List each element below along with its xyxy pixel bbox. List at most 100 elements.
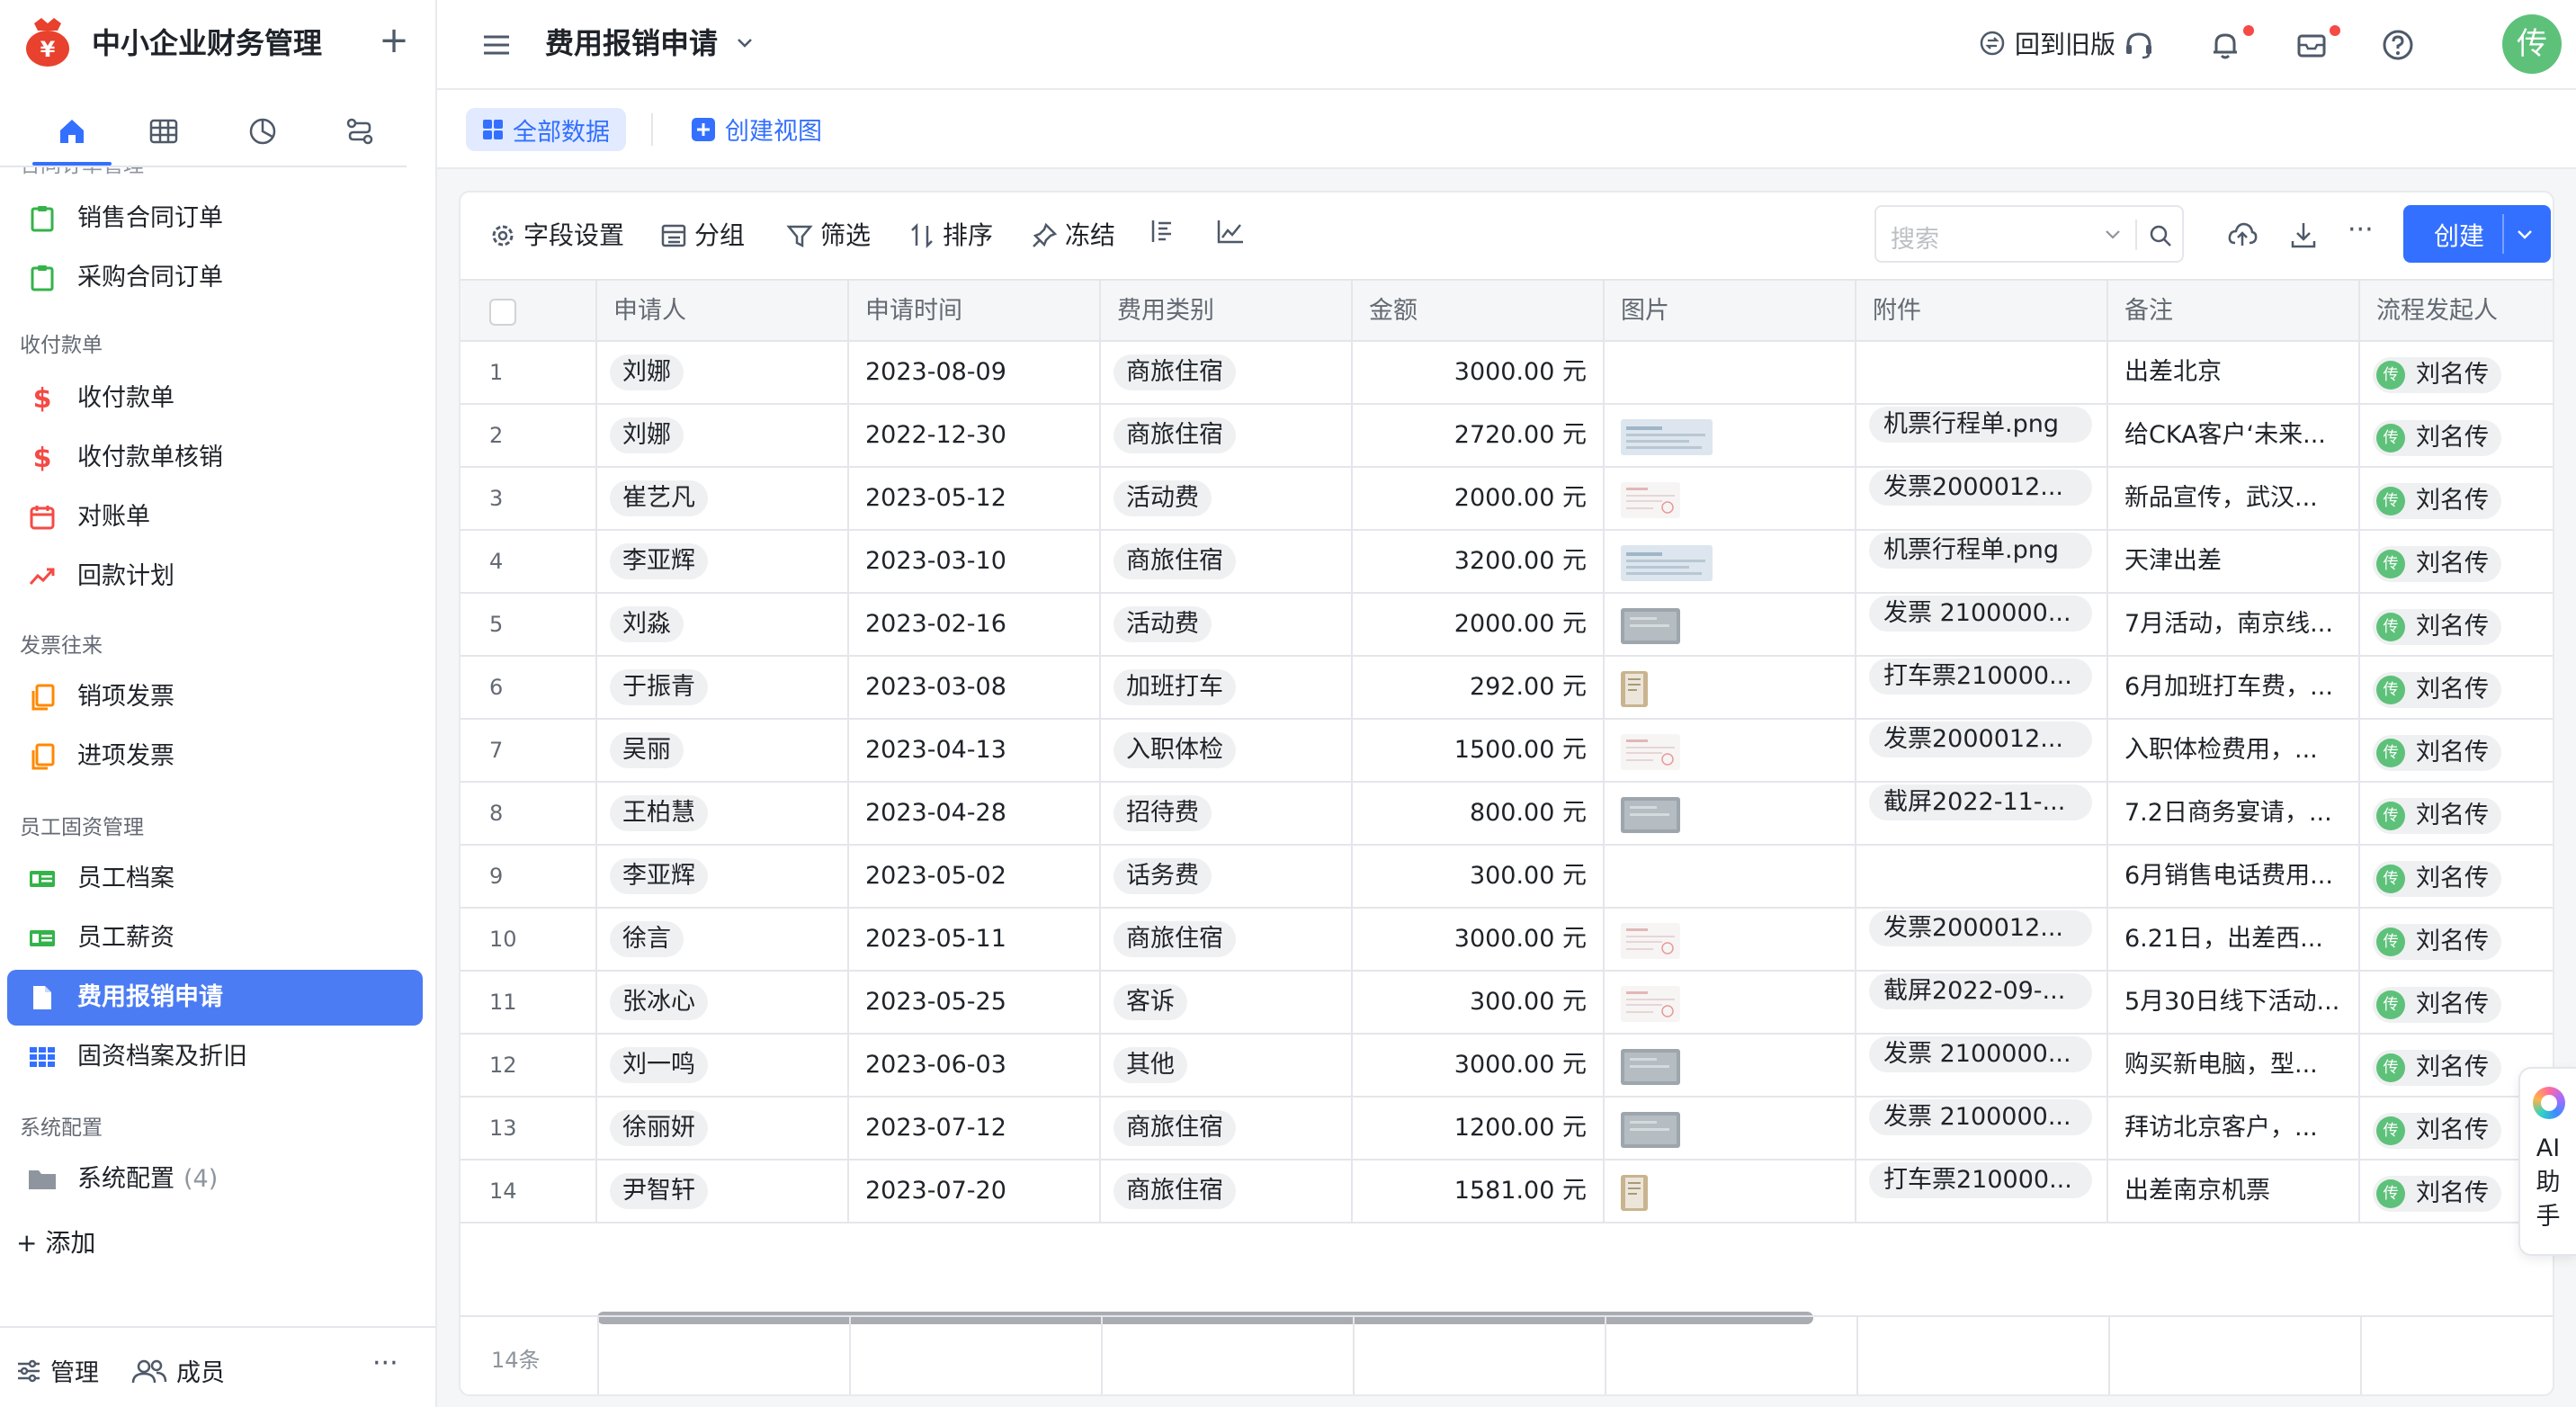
note-cell[interactable]: 6.21日，出差西... xyxy=(2108,909,2360,970)
initiator-cell[interactable]: 传刘名传 xyxy=(2360,909,2553,970)
attachment-cell[interactable]: 发票2000012... xyxy=(1856,909,2108,970)
category-cell[interactable]: 加班打车 xyxy=(1101,657,1353,718)
attachment-cell[interactable]: 发票 2100000... xyxy=(1856,1098,2108,1159)
search-input[interactable]: 搜索 xyxy=(1874,205,2184,263)
category-cell[interactable]: 商旅住宿 xyxy=(1101,405,1353,466)
image-cell[interactable] xyxy=(1605,1098,1856,1159)
table-row[interactable]: 3 崔艺凡 2023-05-12 活动费 2000.00 元 发票2000012... 新品… xyxy=(461,468,2553,531)
column-header[interactable]: 费用类别 xyxy=(1101,281,1353,342)
date-cell[interactable]: 2023-04-28 xyxy=(849,783,1101,844)
image-thumbnail[interactable] xyxy=(1621,797,1680,833)
table-row[interactable]: 11 张冰心 2023-05-25 客诉 300.00 元 截屏2022-09-... 5月… xyxy=(461,972,2553,1035)
image-thumbnail[interactable] xyxy=(1621,671,1648,707)
image-cell[interactable] xyxy=(1605,720,1856,781)
sidebar-item-employee-salary[interactable]: 员工薪资 xyxy=(7,910,423,966)
date-cell[interactable]: 2023-05-12 xyxy=(849,468,1101,529)
attachment-cell[interactable]: 发票 2100000... xyxy=(1856,1035,2108,1096)
amount-cell[interactable]: 292.00 元 xyxy=(1353,657,1605,718)
page-title-dropdown[interactable]: 费用报销申请 xyxy=(545,23,755,63)
category-cell[interactable]: 招待费 xyxy=(1101,783,1353,844)
attachment-tag[interactable]: 打车票210000... xyxy=(1869,1162,2092,1198)
image-cell[interactable] xyxy=(1605,405,1856,466)
table-row[interactable]: 2 刘娜 2022-12-30 商旅住宿 2720.00 元 机票行程单.png 给CKA客… xyxy=(461,405,2553,468)
initiator-cell[interactable]: 传刘名传 xyxy=(2360,594,2553,655)
date-cell[interactable]: 2022-12-30 xyxy=(849,405,1101,466)
image-cell[interactable] xyxy=(1605,594,1856,655)
amount-cell[interactable]: 2000.00 元 xyxy=(1353,594,1605,655)
applicant-cell[interactable]: 崔艺凡 xyxy=(597,468,849,529)
attachment-cell[interactable]: 机票行程单.png xyxy=(1856,405,2108,466)
image-cell[interactable] xyxy=(1605,657,1856,718)
applicant-cell[interactable]: 张冰心 xyxy=(597,972,849,1033)
attachment-tag[interactable]: 发票 2100000... xyxy=(1869,1036,2092,1072)
date-cell[interactable]: 2023-07-20 xyxy=(849,1161,1101,1222)
amount-cell[interactable]: 300.00 元 xyxy=(1353,972,1605,1033)
amount-cell[interactable]: 300.00 元 xyxy=(1353,846,1605,907)
applicant-cell[interactable]: 王柏慧 xyxy=(597,783,849,844)
applicant-cell[interactable]: 于振青 xyxy=(597,657,849,718)
table-row[interactable]: 8 王柏慧 2023-04-28 招待费 800.00 元 截屏2022-11-... 7.… xyxy=(461,783,2553,846)
sidebar-item-payments[interactable]: $ 收付款单 xyxy=(7,371,423,426)
attachment-cell[interactable]: 截屏2022-09-... xyxy=(1856,972,2108,1033)
download-icon[interactable] xyxy=(2288,220,2319,250)
category-cell[interactable]: 商旅住宿 xyxy=(1101,909,1353,970)
image-cell[interactable] xyxy=(1605,1035,1856,1096)
table-tab-icon[interactable] xyxy=(144,112,183,151)
category-cell[interactable]: 商旅住宿 xyxy=(1101,531,1353,592)
attachment-tag[interactable]: 发票2000012... xyxy=(1869,910,2092,946)
amount-cell[interactable]: 1200.00 元 xyxy=(1353,1098,1605,1159)
field-settings-button[interactable]: 字段设置 xyxy=(489,218,624,254)
initiator-cell[interactable]: 传刘名传 xyxy=(2360,846,2553,907)
initiator-cell[interactable]: 传刘名传 xyxy=(2360,783,2553,844)
amount-cell[interactable]: 2720.00 元 xyxy=(1353,405,1605,466)
members-button[interactable]: 成员 xyxy=(131,1353,225,1388)
chevron-down-icon[interactable] xyxy=(2515,225,2535,245)
initiator-cell[interactable]: 传刘名传 xyxy=(2360,468,2553,529)
attachment-tag[interactable]: 发票2000012... xyxy=(1869,721,2092,757)
note-cell[interactable]: 购买新电脑，型... xyxy=(2108,1035,2360,1096)
image-thumbnail[interactable] xyxy=(1621,1112,1680,1148)
category-cell[interactable]: 活动费 xyxy=(1101,468,1353,529)
applicant-cell[interactable]: 徐言 xyxy=(597,909,849,970)
applicant-cell[interactable]: 刘淼 xyxy=(597,594,849,655)
image-thumbnail[interactable] xyxy=(1621,923,1680,959)
table-row[interactable]: 4 李亚辉 2023-03-10 商旅住宿 3200.00 元 机票行程单.png 天津出差… xyxy=(461,531,2553,594)
note-cell[interactable]: 7.2日商务宴请，... xyxy=(2108,783,2360,844)
note-cell[interactable]: 出差南京机票 xyxy=(2108,1161,2360,1222)
note-cell[interactable]: 7月活动，南京线... xyxy=(2108,594,2360,655)
applicant-cell[interactable]: 尹智轩 xyxy=(597,1161,849,1222)
image-thumbnail[interactable] xyxy=(1621,734,1680,770)
chart-button[interactable] xyxy=(1216,218,1245,245)
note-cell[interactable]: 6月销售电话费用... xyxy=(2108,846,2360,907)
more-icon[interactable]: ··· xyxy=(2348,214,2374,246)
dashboard-tab-icon[interactable] xyxy=(243,112,282,151)
sidebar-item-statements[interactable]: 对账单 xyxy=(7,489,423,545)
applicant-cell[interactable]: 李亚辉 xyxy=(597,846,849,907)
add-item-button[interactable]: + 添加 xyxy=(16,1223,95,1259)
note-cell[interactable]: 入职体检费用，... xyxy=(2108,720,2360,781)
sidebar-item-fixed-assets[interactable]: 固资档案及折旧 xyxy=(7,1029,423,1085)
category-cell[interactable]: 话务费 xyxy=(1101,846,1353,907)
applicant-cell[interactable]: 徐丽妍 xyxy=(597,1098,849,1159)
sidebar-item-employee-records[interactable]: 员工档案 xyxy=(7,851,423,907)
attachment-cell[interactable] xyxy=(1856,342,2108,403)
user-avatar[interactable]: 传 xyxy=(2502,14,2562,74)
attachment-cell[interactable]: 截屏2022-11-... xyxy=(1856,783,2108,844)
ai-assistant-button[interactable]: AI助手 xyxy=(2518,1067,2576,1256)
applicant-cell[interactable]: 刘娜 xyxy=(597,405,849,466)
image-cell[interactable] xyxy=(1605,468,1856,529)
amount-cell[interactable]: 3200.00 元 xyxy=(1353,531,1605,592)
help-icon[interactable] xyxy=(2380,27,2416,63)
sidebar-item-system-config[interactable]: 系统配置 (4) xyxy=(7,1152,423,1207)
note-cell[interactable]: 天津出差 xyxy=(2108,531,2360,592)
table-row[interactable]: 10 徐言 2023-05-11 商旅住宿 3000.00 元 发票2000012... 6… xyxy=(461,909,2553,972)
headset-icon[interactable] xyxy=(2121,27,2157,63)
row-height-button[interactable] xyxy=(1149,218,1176,245)
amount-cell[interactable]: 2000.00 元 xyxy=(1353,468,1605,529)
create-view-button[interactable]: 创建视图 xyxy=(691,112,822,147)
column-header[interactable]: 申请人 xyxy=(597,281,849,342)
create-record-button[interactable]: 创建 xyxy=(2403,205,2551,263)
add-app-icon[interactable]: + xyxy=(376,22,412,59)
attachment-tag[interactable]: 机票行程单.png xyxy=(1869,533,2092,569)
upload-icon[interactable] xyxy=(2227,220,2258,250)
